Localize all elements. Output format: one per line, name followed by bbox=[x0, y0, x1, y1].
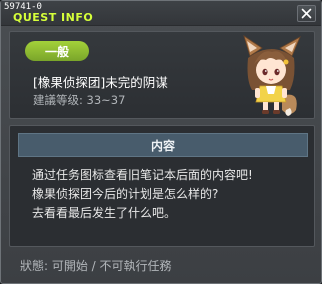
content-header: 内容 bbox=[18, 133, 308, 157]
category-badge: 一般 bbox=[25, 41, 89, 61]
description-line: 去看看最后发生了什么吧。 bbox=[32, 206, 177, 220]
quest-summary-panel: 一般 [橡果侦探团]未完的阴谋 建議等级: 33~37 bbox=[9, 31, 315, 119]
close-icon bbox=[301, 8, 312, 19]
quest-name: [橡果侦探团]未完的阴谋 bbox=[33, 75, 168, 90]
quest-status: 狀態: 可開始 / 不可執行任務 bbox=[20, 259, 172, 273]
description-line: 橡果侦探团今后的计划是怎么样的? bbox=[32, 187, 219, 201]
close-button[interactable] bbox=[297, 5, 316, 22]
quest-level: 建議等级: 33~37 bbox=[33, 93, 126, 107]
content-panel: 内容 通过任务图标查看旧笔记本后面的内容吧! 橡果侦探团今后的计划是怎么样的? … bbox=[9, 125, 315, 247]
title-bar[interactable]: 59741-0 QUEST INFO bbox=[1, 1, 321, 26]
npc-portrait bbox=[243, 35, 301, 116]
description-line: 通过任务图标查看旧笔记本后面的内容吧! bbox=[32, 168, 253, 182]
window-title: QUEST INFO bbox=[13, 11, 94, 24]
quest-info-window: 59741-0 QUEST INFO 一般 [橡果侦探团]未完的阴谋 建議等级:… bbox=[0, 0, 322, 284]
